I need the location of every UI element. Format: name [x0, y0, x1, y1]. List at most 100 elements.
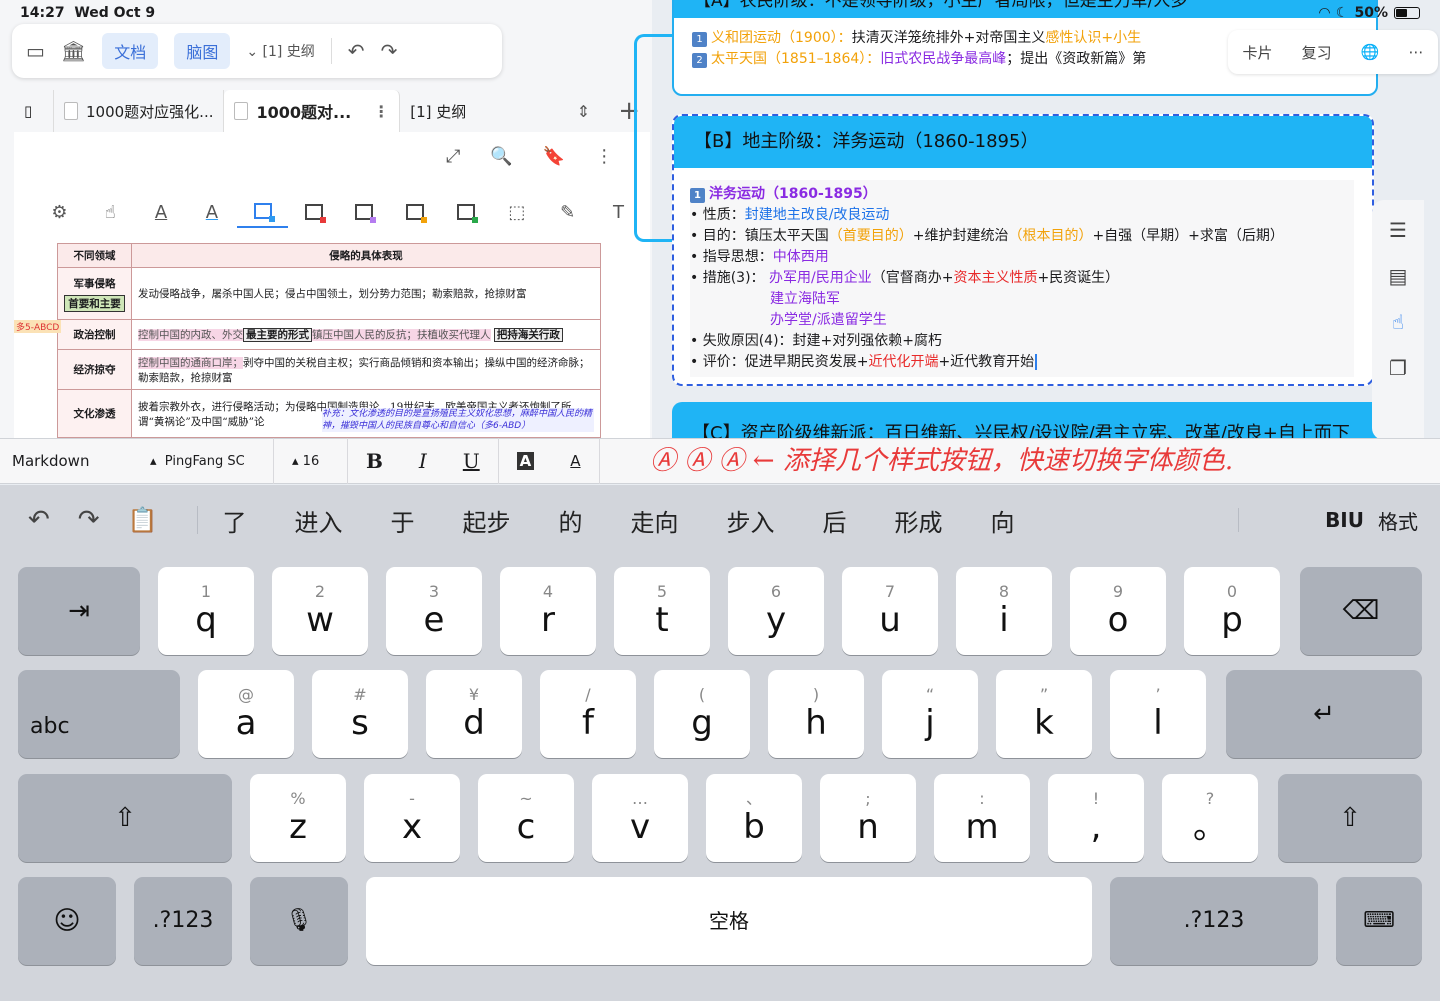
- key-r[interactable]: 4r: [500, 567, 596, 655]
- key-e[interactable]: 3e: [386, 567, 482, 655]
- settings-icon[interactable]: ⚙: [34, 196, 85, 228]
- key-f[interactable]: / f: [540, 670, 636, 758]
- dictation-key[interactable]: 🎙: [250, 877, 348, 965]
- key-u[interactable]: 7u: [842, 567, 938, 655]
- font-size-selector[interactable]: ▴ 16: [274, 438, 348, 484]
- emoji-key[interactable]: ☺: [18, 877, 116, 965]
- rect-purple-icon[interactable]: [339, 196, 390, 228]
- rect-green-icon[interactable]: [441, 196, 492, 228]
- key-p[interactable]: 0p: [1184, 567, 1280, 655]
- table-header: 不同领域: [57, 243, 132, 268]
- key-c[interactable]: ~ c: [478, 774, 574, 862]
- shift-right-key[interactable]: ⇧: [1278, 774, 1422, 862]
- key-period[interactable]: ?。: [1162, 774, 1258, 862]
- key-s[interactable]: # s: [312, 670, 408, 758]
- key-comma[interactable]: !,: [1048, 774, 1144, 862]
- layout-icon[interactable]: ▤: [1389, 264, 1408, 288]
- candidate-word[interactable]: 步入: [702, 503, 798, 538]
- undo-icon[interactable]: ↶: [0, 505, 64, 535]
- space-key[interactable]: 空格: [366, 877, 1092, 965]
- tab-doc-2[interactable]: 1000题对... ⋮: [224, 90, 401, 132]
- return-key[interactable]: ↵: [1226, 670, 1422, 758]
- key-o[interactable]: 9o: [1070, 567, 1166, 655]
- text-color-button[interactable]: A: [552, 438, 600, 484]
- text-bg-color-button[interactable]: A: [499, 438, 553, 484]
- candidate-word[interactable]: 起步: [438, 503, 534, 538]
- outline-dropdown[interactable]: ⌄ [1] 史纲: [246, 41, 314, 61]
- hand-tool-icon[interactable]: ☝: [1392, 310, 1404, 334]
- candidate-word[interactable]: 了: [198, 503, 270, 538]
- hide-keyboard-key[interactable]: ⌨: [1336, 877, 1422, 965]
- key-g[interactable]: (g: [654, 670, 750, 758]
- pen-icon[interactable]: ✎: [542, 196, 593, 228]
- biu-format-button[interactable]: BIU: [1238, 508, 1378, 532]
- web-icon[interactable]: 🌐: [1361, 43, 1380, 61]
- copy-icon[interactable]: ❐: [1389, 356, 1407, 380]
- card-b[interactable]: 【B】地主阶级：洋务运动（1860-1895） 1 洋务运动（1860-1895）…: [672, 114, 1374, 386]
- undo-icon[interactable]: ↶: [348, 39, 365, 63]
- split-view-icon[interactable]: ▯: [14, 90, 54, 132]
- candidate-word[interactable]: 形成: [870, 503, 966, 538]
- numbers-key-left[interactable]: .?123: [134, 877, 232, 965]
- hand-icon[interactable]: ☝: [85, 196, 136, 228]
- candidate-word[interactable]: 后: [798, 503, 870, 538]
- candidate-word[interactable]: 走向: [606, 503, 702, 538]
- markdown-toggle[interactable]: Markdown: [12, 438, 132, 484]
- outline-list-icon[interactable]: ☰: [1389, 218, 1407, 242]
- candidate-word[interactable]: 向: [966, 503, 1038, 538]
- delete-key[interactable]: ⌫: [1300, 567, 1422, 655]
- abc-key[interactable]: abc: [18, 670, 180, 758]
- key-l[interactable]: ’ l: [1110, 670, 1206, 758]
- sidebar-toggle-icon[interactable]: ▭: [26, 39, 45, 63]
- format-button[interactable]: 格式: [1378, 506, 1440, 535]
- library-icon[interactable]: 🏛: [61, 39, 86, 63]
- key-d[interactable]: ¥ d: [426, 670, 522, 758]
- tab-reorder-icon[interactable]: ⇕: [559, 102, 608, 121]
- key-n[interactable]: ; n: [820, 774, 916, 862]
- clipboard-icon[interactable]: 📋: [114, 506, 199, 534]
- key-x[interactable]: -x: [364, 774, 460, 862]
- key-w[interactable]: 2w: [272, 567, 368, 655]
- rect-blue-icon[interactable]: [237, 196, 289, 228]
- key-y[interactable]: 6y: [728, 567, 824, 655]
- text-highlight-icon[interactable]: A: [136, 196, 187, 228]
- key-j[interactable]: “j: [882, 670, 978, 758]
- text-color-icon[interactable]: A: [186, 196, 237, 228]
- italic-button[interactable]: I: [401, 438, 445, 484]
- key-a[interactable]: @ a: [198, 670, 294, 758]
- key-b[interactable]: 、 b: [706, 774, 802, 862]
- key-z[interactable]: % z: [250, 774, 346, 862]
- review-button[interactable]: 复习: [1302, 42, 1332, 63]
- key-m[interactable]: :m: [934, 774, 1030, 862]
- rect-orange-icon[interactable]: [390, 196, 441, 228]
- more-icon[interactable]: ⋮: [595, 146, 613, 167]
- card-button[interactable]: 卡片: [1243, 42, 1273, 63]
- key-h[interactable]: ) h: [768, 670, 864, 758]
- font-selector[interactable]: ▴ PingFang SC: [132, 438, 274, 484]
- more-options-icon[interactable]: ⋯: [1408, 43, 1423, 61]
- bookmark-icon[interactable]: 🔖: [543, 146, 565, 167]
- lasso-icon[interactable]: ⬚: [491, 196, 542, 228]
- candidate-word[interactable]: 进入: [270, 503, 366, 538]
- key-t[interactable]: 5t: [614, 567, 710, 655]
- numbers-key-right[interactable]: .?123: [1110, 877, 1318, 965]
- bold-button[interactable]: B: [348, 438, 401, 484]
- candidate-word[interactable]: 于: [366, 503, 438, 538]
- redo-icon[interactable]: ↷: [64, 505, 114, 535]
- tab-document[interactable]: 文档: [102, 33, 159, 69]
- shift-left-key[interactable]: ⇧: [18, 774, 232, 862]
- rect-red-icon[interactable]: [288, 196, 339, 228]
- key-q[interactable]: 1q: [158, 567, 254, 655]
- redo-icon[interactable]: ↷: [381, 39, 398, 63]
- key-k[interactable]: ” k: [996, 670, 1092, 758]
- underline-button[interactable]: U: [445, 438, 499, 484]
- tab-outline[interactable]: [1] 史纲: [400, 90, 476, 132]
- key-v[interactable]: … v: [592, 774, 688, 862]
- tab-doc-1[interactable]: 1000题对应强化...: [54, 90, 225, 132]
- key-i[interactable]: 8i: [956, 567, 1052, 655]
- candidate-word[interactable]: 的: [534, 503, 606, 538]
- fullscreen-icon[interactable]: ⤢: [446, 146, 460, 167]
- tab-mindmap[interactable]: 脑图: [174, 33, 231, 69]
- tab-key[interactable]: ⇥: [18, 567, 140, 655]
- search-doc-icon[interactable]: 🔍: [490, 146, 512, 167]
